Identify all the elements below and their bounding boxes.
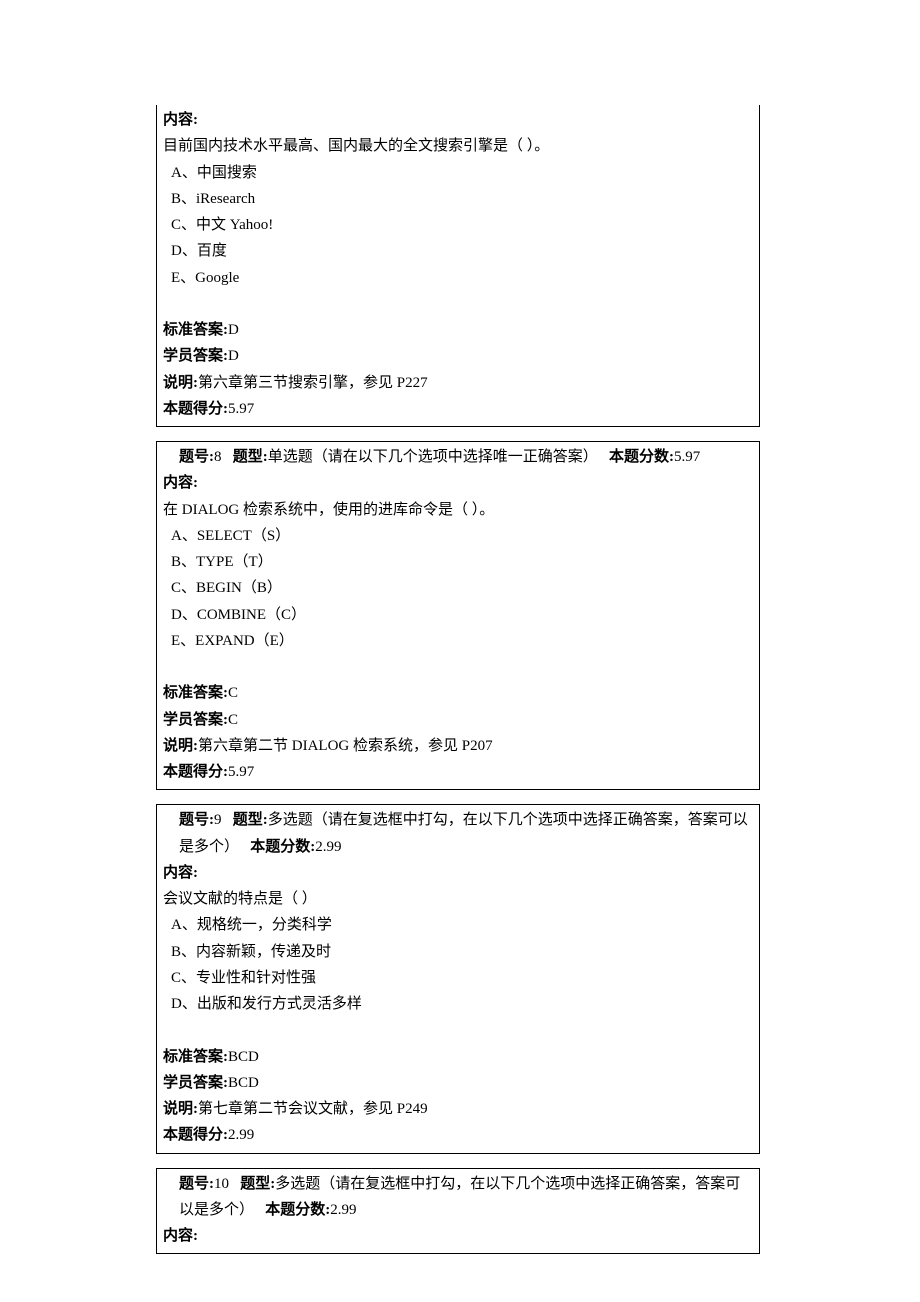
question-8: 题号:8 题型:单选题（请在以下几个选项中选择唯一正确答案） 本题分数:5.97…	[156, 441, 760, 790]
question-header: 题号:8 题型:单选题（请在以下几个选项中选择唯一正确答案） 本题分数:5.97	[163, 444, 753, 470]
question-prompt: 在 DIALOG 检索系统中，使用的进库命令是（ ）。	[163, 497, 753, 523]
score-label: 本题得分:	[163, 401, 228, 417]
option-a: A、规格统一，分类科学	[163, 912, 753, 938]
std-answer-label: 标准答案:	[163, 1049, 228, 1065]
option-d: D、百度	[163, 238, 753, 264]
exam-page: 内容: 目前国内技术水平最高、国内最大的全文搜索引擎是（ ）。 A、中国搜索 B…	[0, 0, 920, 1302]
qscore-label: 本题分数:	[250, 839, 315, 855]
explain-value: 第六章第三节搜索引擎，参见 P227	[198, 375, 428, 391]
std-answer-label: 标准答案:	[163, 322, 228, 338]
content-label: 内容:	[163, 865, 198, 881]
question-prompt: 目前国内技术水平最高、国内最大的全文搜索引擎是（ ）。	[163, 133, 753, 159]
qtype-label: 题型:	[233, 812, 268, 828]
explain-value: 第六章第二节 DIALOG 检索系统，参见 P207	[198, 738, 493, 754]
separator	[156, 1154, 760, 1168]
score-label: 本题得分:	[163, 1127, 228, 1143]
content-label: 内容:	[163, 1228, 198, 1244]
score-label: 本题得分:	[163, 764, 228, 780]
qscore-label: 本题分数:	[609, 449, 674, 465]
explain-label: 说明:	[163, 375, 198, 391]
stu-answer-value: C	[228, 712, 238, 728]
option-e: E、Google	[163, 265, 753, 291]
option-a: A、SELECT（S）	[163, 523, 753, 549]
option-e: E、EXPAND（E）	[163, 628, 753, 654]
std-answer-value: D	[228, 322, 239, 338]
qscore-label: 本题分数:	[265, 1202, 330, 1218]
std-answer-value: C	[228, 685, 238, 701]
qnum-value: 8	[214, 449, 222, 465]
option-d: D、COMBINE（C）	[163, 602, 753, 628]
qnum-label: 题号:	[179, 1176, 214, 1192]
question-header: 题号:10 题型:多选题（请在复选框中打勾，在以下几个选项中选择正确答案，答案可…	[163, 1171, 753, 1224]
question-header: 题号:9 题型:多选题（请在复选框中打勾，在以下几个选项中选择正确答案，答案可以…	[163, 807, 753, 860]
content-label: 内容:	[163, 112, 198, 128]
qnum-value: 10	[214, 1176, 229, 1192]
score-value: 2.99	[228, 1127, 254, 1143]
option-c: C、专业性和针对性强	[163, 965, 753, 991]
option-b: B、iResearch	[163, 186, 753, 212]
content-label: 内容:	[163, 475, 198, 491]
separator	[156, 427, 760, 441]
qscore-value: 2.99	[315, 839, 341, 855]
stu-answer-label: 学员答案:	[163, 712, 228, 728]
question-9: 题号:9 题型:多选题（请在复选框中打勾，在以下几个选项中选择正确答案，答案可以…	[156, 804, 760, 1153]
qtype-label: 题型:	[233, 449, 268, 465]
option-c: C、中文 Yahoo!	[163, 212, 753, 238]
stu-answer-label: 学员答案:	[163, 1075, 228, 1091]
qtype-label: 题型:	[240, 1176, 275, 1192]
score-value: 5.97	[228, 764, 254, 780]
explain-value: 第七章第二节会议文献，参见 P249	[198, 1101, 428, 1117]
score-value: 5.97	[228, 401, 254, 417]
qscore-value: 5.97	[674, 449, 700, 465]
question-10: 题号:10 题型:多选题（请在复选框中打勾，在以下几个选项中选择正确答案，答案可…	[156, 1168, 760, 1255]
qnum-label: 题号:	[179, 449, 214, 465]
option-c: C、BEGIN（B）	[163, 575, 753, 601]
std-answer-value: BCD	[228, 1049, 259, 1065]
stu-answer-value: BCD	[228, 1075, 259, 1091]
explain-label: 说明:	[163, 738, 198, 754]
std-answer-label: 标准答案:	[163, 685, 228, 701]
stu-answer-label: 学员答案:	[163, 348, 228, 364]
option-b: B、TYPE（T）	[163, 549, 753, 575]
qscore-value: 2.99	[330, 1202, 356, 1218]
question-7: 内容: 目前国内技术水平最高、国内最大的全文搜索引擎是（ ）。 A、中国搜索 B…	[156, 105, 760, 427]
separator	[156, 790, 760, 804]
qnum-label: 题号:	[179, 812, 214, 828]
option-a: A、中国搜索	[163, 160, 753, 186]
explain-label: 说明:	[163, 1101, 198, 1117]
qnum-value: 9	[214, 812, 222, 828]
option-b: B、内容新颖，传递及时	[163, 939, 753, 965]
stu-answer-value: D	[228, 348, 239, 364]
question-prompt: 会议文献的特点是（ ）	[163, 886, 753, 912]
qtype-value: 单选题（请在以下几个选项中选择唯一正确答案）	[268, 449, 598, 465]
option-d: D、出版和发行方式灵活多样	[163, 991, 753, 1017]
